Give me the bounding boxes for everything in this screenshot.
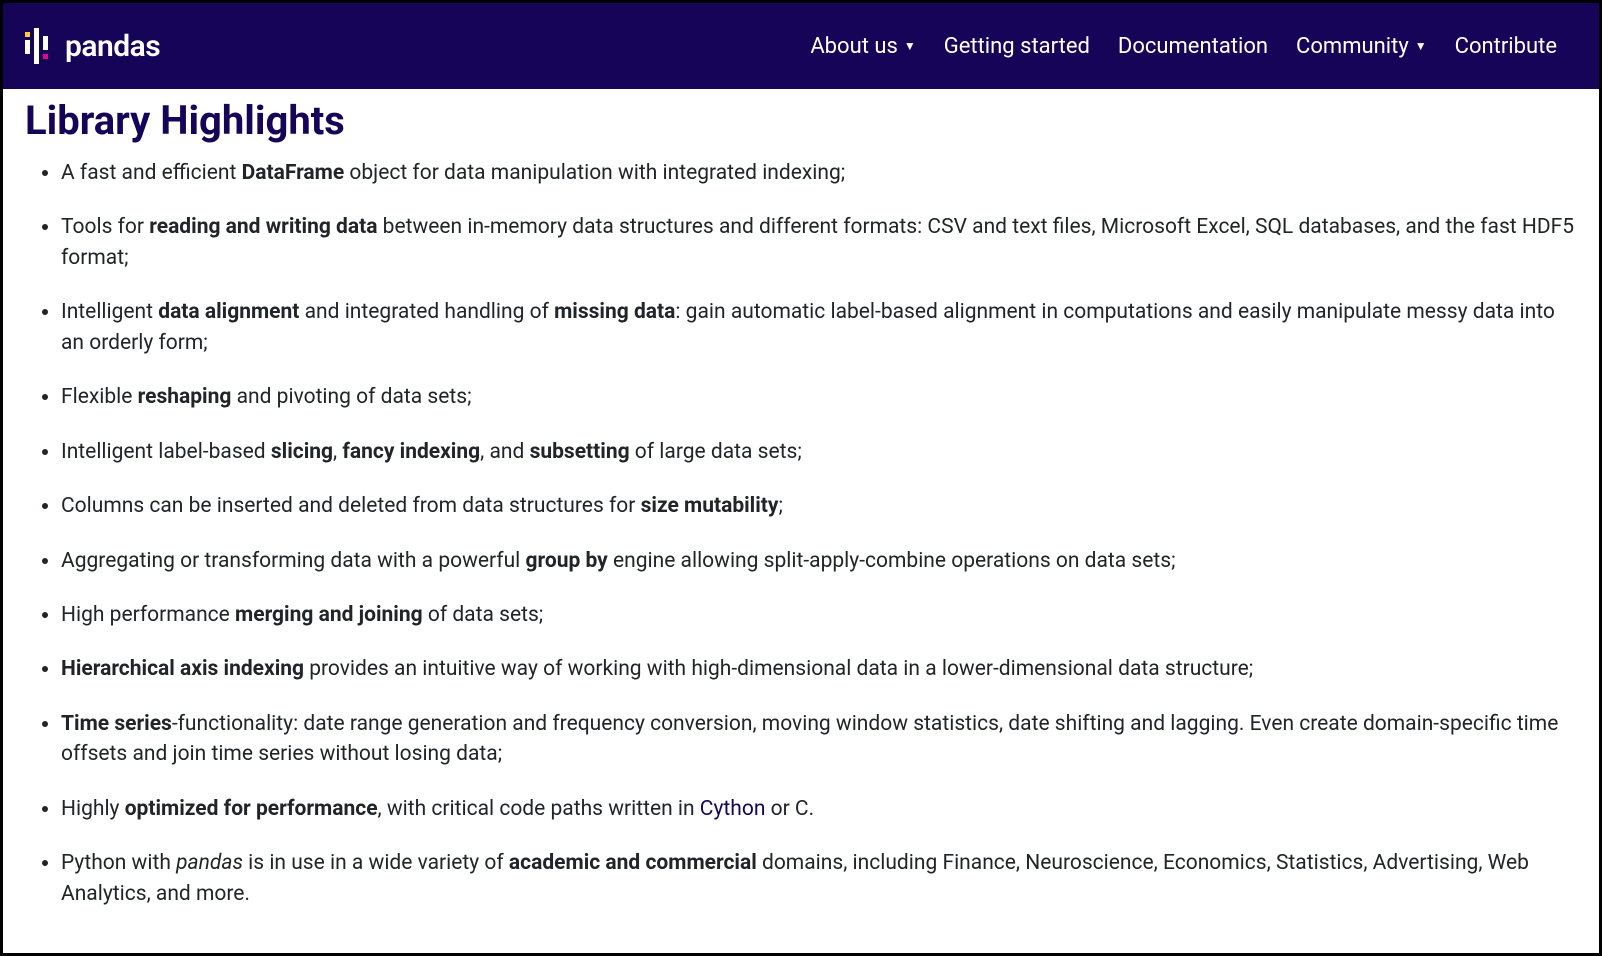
highlight-item: A fast and efficient DataFrame object fo… [61,158,1577,188]
highlight-item: Hierarchical axis indexing provides an i… [61,654,1577,684]
highlight-item: Intelligent data alignment and integrate… [61,297,1577,358]
chevron-down-icon: ▼ [904,39,916,53]
nav-about-us[interactable]: About us ▼ [810,34,915,59]
highlight-item: Tools for reading and writing data betwe… [61,212,1577,273]
nav-documentation[interactable]: Documentation [1118,34,1268,59]
highlight-item: Aggregating or transforming data with a … [61,546,1577,576]
highlight-item: Time series-functionality: date range ge… [61,709,1577,770]
highlight-item: Highly optimized for performance, with c… [61,794,1577,824]
chevron-down-icon: ▼ [1415,39,1427,53]
highlights-list: A fast and efficient DataFrame object fo… [25,158,1577,909]
highlight-item: Flexible reshaping and pivoting of data … [61,382,1577,412]
highlight-item: Intelligent label-based slicing, fancy i… [61,437,1577,467]
highlight-item: Columns can be inserted and deleted from… [61,491,1577,521]
highlight-item: High performance merging and joining of … [61,600,1577,630]
brand-name: pandas [65,29,160,64]
navbar: pandas About us ▼ Getting started Docume… [3,3,1599,89]
highlight-item: Python with pandas is in use in a wide v… [61,848,1577,909]
main-content: Library Highlights A fast and efficient … [3,89,1599,953]
pandas-logo-icon [21,26,53,66]
nav-contribute[interactable]: Contribute [1455,34,1557,59]
brand[interactable]: pandas [21,26,160,66]
nav-getting-started[interactable]: Getting started [944,34,1090,59]
nav-links: About us ▼ Getting started Documentation… [810,34,1581,59]
nav-community[interactable]: Community ▼ [1296,34,1427,59]
page-title: Library Highlights [25,97,1577,144]
